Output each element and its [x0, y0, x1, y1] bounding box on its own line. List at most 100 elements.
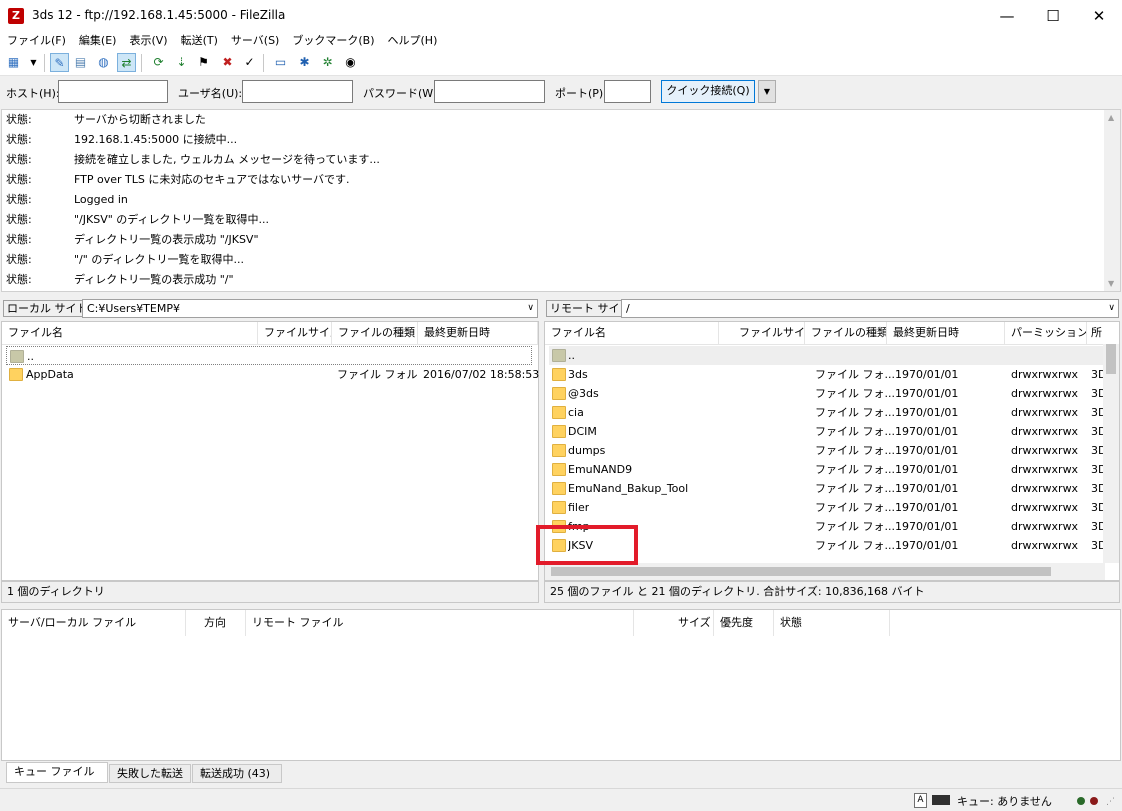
- transfer-queue: サーバ/ローカル ファイル 方向 リモート ファイル サイズ 優先度 状態: [1, 609, 1121, 761]
- site-manager-icon[interactable]: ▦: [4, 53, 23, 72]
- local-file-list: ファイル名 ファイルサイズ ファイルの種類 最終更新日時 .. AppData …: [1, 321, 539, 581]
- tab-failed-transfers[interactable]: 失敗した転送: [109, 764, 191, 783]
- folder-icon: [9, 368, 23, 381]
- resize-grip-icon[interactable]: ⋰: [1106, 797, 1115, 807]
- menu-edit[interactable]: 編集(E): [72, 32, 123, 50]
- quickconnect-button[interactable]: クイック接続(Q): [661, 80, 755, 103]
- list-item[interactable]: EmuNAND9 ファイル フォ... 1970/01/01 drwxrwxrwx 3D: [549, 460, 1106, 479]
- filter-icon[interactable]: ✱: [295, 53, 314, 72]
- quickconnect-dropdown-icon[interactable]: ▼: [758, 80, 776, 103]
- filezilla-logo-icon: Z: [8, 8, 24, 24]
- folder-icon: [552, 463, 566, 476]
- remote-col-filetype[interactable]: ファイルの種類: [805, 322, 887, 344]
- folder-icon: [552, 368, 566, 381]
- port-input[interactable]: [604, 80, 651, 103]
- remote-path-combo[interactable]: / ∨: [621, 299, 1119, 318]
- remote-col-filesize[interactable]: ファイルサイズ: [719, 322, 805, 344]
- queue-col-status[interactable]: 状態: [774, 610, 890, 636]
- upload-indicator-icon: [1077, 797, 1085, 805]
- password-label: パスワード(W):: [363, 87, 442, 100]
- tab-successful-transfers[interactable]: 転送成功 (43): [192, 764, 282, 783]
- folder-up-icon: [552, 349, 566, 362]
- directory-compare-icon[interactable]: ▭: [271, 53, 290, 72]
- username-input[interactable]: [242, 80, 353, 103]
- list-item[interactable]: DCIM ファイル フォ... 1970/01/01 drwxrwxrwx 3D: [549, 422, 1106, 441]
- folder-icon: [552, 406, 566, 419]
- local-col-modified[interactable]: 最終更新日時: [418, 322, 538, 344]
- message-log-toggle-icon[interactable]: ✎: [50, 53, 69, 72]
- list-item[interactable]: EmuNand_Bakup_Tool ファイル フォ... 1970/01/01 dr…: [549, 479, 1106, 498]
- folder-icon: [552, 444, 566, 457]
- remote-col-permissions[interactable]: パーミッション: [1005, 322, 1087, 344]
- sort-ascending-icon: ^: [629, 321, 637, 328]
- host-input[interactable]: [58, 80, 168, 103]
- cancel-operation-icon[interactable]: ✖: [218, 53, 237, 72]
- folder-icon: [552, 482, 566, 495]
- menu-help[interactable]: ヘルプ(H): [381, 32, 444, 50]
- queue-col-file[interactable]: サーバ/ローカル ファイル: [2, 610, 186, 636]
- queue-col-remote[interactable]: リモート ファイル: [246, 610, 634, 636]
- remote-horizontal-scrollbar[interactable]: [545, 563, 1105, 580]
- list-item[interactable]: filer ファイル フォ... 1970/01/01 drwxrwxrwx 3D: [549, 498, 1106, 517]
- maximize-button[interactable]: ☐: [1030, 0, 1076, 32]
- password-input[interactable]: [434, 80, 545, 103]
- chevron-down-icon[interactable]: ∨: [1108, 300, 1115, 317]
- list-item[interactable]: ..: [6, 346, 532, 365]
- list-item[interactable]: 3ds ファイル フォ... 1970/01/01 drwxrwxrwx 3D: [549, 365, 1106, 384]
- local-site-bar: ローカル サイト: C:¥Users¥TEMP¥ ∨: [0, 297, 540, 321]
- local-col-filesize[interactable]: ファイルサイズ: [258, 322, 332, 344]
- menu-bookmarks[interactable]: ブックマーク(B): [285, 32, 380, 50]
- remote-col-modified[interactable]: 最終更新日時: [887, 322, 1005, 344]
- flag-icon[interactable]: ⚑: [194, 53, 213, 72]
- folder-up-icon: [10, 350, 24, 363]
- list-item[interactable]: @3ds ファイル フォ... 1970/01/01 drwxrwxrwx 3D: [549, 384, 1106, 403]
- close-button[interactable]: ✕: [1076, 0, 1122, 32]
- local-tree-toggle-icon[interactable]: ▤: [71, 53, 90, 72]
- queue-col-direction[interactable]: 方向: [186, 610, 246, 636]
- title-bar: Z 3ds 12 - ftp://192.168.1.45:5000 - Fil…: [0, 0, 1122, 32]
- queue-status-text: キュー: ありません: [957, 795, 1052, 808]
- status-bar: A キュー: ありません ⋰: [0, 788, 1122, 811]
- site-manager-dropdown-icon[interactable]: ▼: [24, 53, 43, 72]
- toolbar: ▦ ▼ ✎ ▤ ◍ ⇄ ⟳ ⇣ ⚑ ✖ ✓ ▭ ✱ ✲ ◉: [0, 50, 1122, 76]
- queue-tabs: キュー ファイル 失敗した転送 転送成功 (43): [0, 762, 1122, 784]
- folder-icon: [552, 501, 566, 514]
- tab-queued-files[interactable]: キュー ファイル: [6, 762, 108, 783]
- binary-mode-icon: [932, 795, 950, 805]
- local-path-combo[interactable]: C:¥Users¥TEMP¥ ∨: [82, 299, 538, 318]
- transfer-queue-toggle-icon[interactable]: ⇄: [117, 53, 136, 72]
- folder-icon: [552, 387, 566, 400]
- local-col-filetype[interactable]: ファイルの種類: [332, 322, 418, 344]
- process-queue-icon[interactable]: ⇣: [172, 53, 191, 72]
- menu-server[interactable]: サーバ(S): [224, 32, 285, 50]
- remote-site-bar: リモート サイト: / ∨: [544, 297, 1122, 321]
- host-label: ホスト(H):: [6, 87, 60, 100]
- minimize-button[interactable]: —: [984, 0, 1030, 32]
- remote-col-owner[interactable]: 所: [1087, 322, 1103, 344]
- remote-vertical-scrollbar[interactable]: [1103, 344, 1119, 563]
- menu-view[interactable]: 表示(V): [122, 32, 173, 50]
- log-scrollbar[interactable]: ▲ ▼: [1104, 110, 1120, 291]
- menu-file[interactable]: ファイル(F): [0, 32, 72, 50]
- jksv-highlight-box: [536, 525, 638, 565]
- local-status: 1 個のディレクトリ: [1, 581, 539, 603]
- remote-tree-toggle-icon[interactable]: ◍: [94, 53, 113, 72]
- menu-bar: ファイル(F) 編集(E) 表示(V) 転送(T) サーバ(S) ブックマーク(B) ヘルプ…: [0, 32, 1122, 50]
- download-indicator-icon: [1090, 797, 1098, 805]
- queue-col-priority[interactable]: 優先度: [714, 610, 774, 636]
- sync-browse-icon[interactable]: ✲: [318, 53, 337, 72]
- queue-col-size[interactable]: サイズ: [634, 610, 714, 636]
- port-label: ポート(P):: [555, 87, 607, 100]
- menu-transfer[interactable]: 転送(T): [174, 32, 224, 50]
- local-col-filename[interactable]: ファイル名: [2, 322, 258, 344]
- refresh-icon[interactable]: ⟳: [149, 53, 168, 72]
- message-log: 状態: サーバから切断されました 状態: 192.168.1.45:5000 に接続…: [1, 109, 1121, 292]
- list-item[interactable]: ..: [549, 346, 1103, 365]
- find-files-icon[interactable]: ◉: [341, 53, 360, 72]
- list-item[interactable]: dumps ファイル フォ... 1970/01/01 drwxrwxrwx 3D: [549, 441, 1106, 460]
- list-item[interactable]: AppData ファイル フォル... 2016/07/02 18:58:53: [6, 365, 539, 384]
- disconnect-icon[interactable]: ✓: [240, 53, 259, 72]
- chevron-down-icon[interactable]: ∨: [527, 300, 534, 317]
- quickconnect-bar: ホスト(H): ユーザ名(U): パスワード(W): ポート(P): クイック接…: [0, 77, 1122, 108]
- list-item[interactable]: cia ファイル フォ... 1970/01/01 drwxrwxrwx 3D: [549, 403, 1106, 422]
